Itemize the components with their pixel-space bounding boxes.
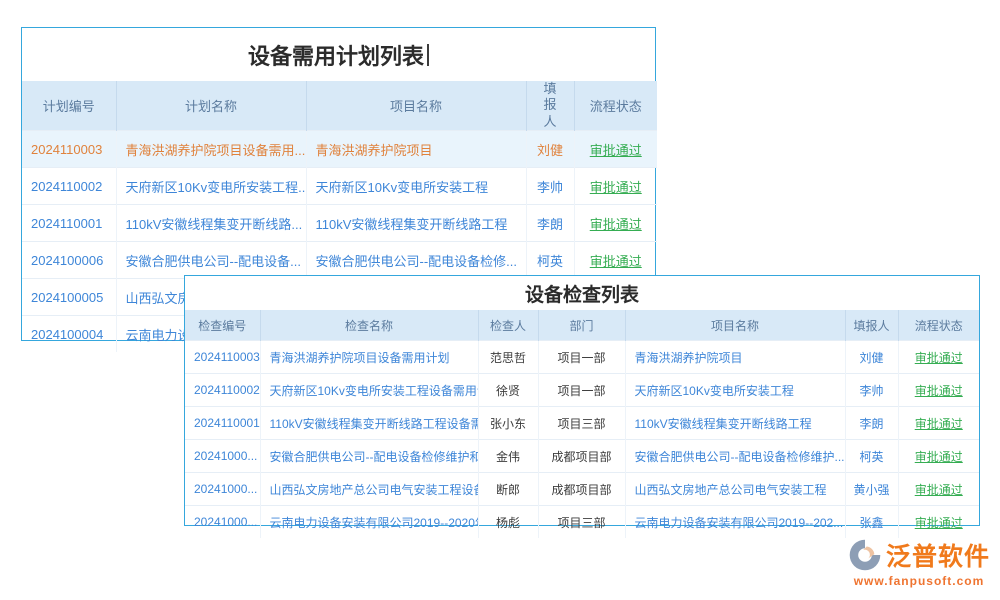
brand-name: 泛普软件 <box>886 537 990 573</box>
text-cursor <box>427 44 429 66</box>
check-name-link[interactable]: 天府新区10Kv变电所安装工程设备需用计划 <box>260 374 478 407</box>
check-col-header-status: 流程状态 <box>898 310 979 341</box>
plan-table-header-row: 计划编号 计划名称 项目名称 填报人 流程状态 <box>22 81 657 131</box>
reporter-link[interactable]: 李帅 <box>845 374 898 407</box>
dept-cell: 项目一部 <box>538 374 625 407</box>
check-name-link[interactable]: 山西弘文房地产总公司电气安装工程设备... <box>260 473 478 506</box>
reporter-link[interactable]: 李帅 <box>526 168 574 205</box>
reporter-link[interactable]: 张鑫 <box>845 506 898 539</box>
reporter-link[interactable]: 黄小强 <box>845 473 898 506</box>
dept-cell: 项目一部 <box>538 341 625 374</box>
check-table-header-row: 检查编号 检查名称 检查人 部门 项目名称 填报人 流程状态 <box>185 310 979 341</box>
check-id-link[interactable]: 2024110002 <box>185 374 260 407</box>
project-name-link[interactable]: 山西弘文房地产总公司电气安装工程 <box>625 473 845 506</box>
table-row[interactable]: 2024110003 青海洪湖养护院项目设备需用计划 范思哲 项目一部 青海洪湖… <box>185 341 979 374</box>
fanpu-swirl-icon <box>848 538 882 572</box>
reporter-link[interactable]: 柯英 <box>845 440 898 473</box>
check-table: 检查编号 检查名称 检查人 部门 项目名称 填报人 流程状态 202411000… <box>185 310 979 538</box>
check-col-header-inspector: 检查人 <box>478 310 538 341</box>
plan-id-link[interactable]: 2024110003 <box>22 131 116 168</box>
table-row[interactable]: 2024110002 天府新区10Kv变电所安装工程设备需用计划 徐贤 项目一部… <box>185 374 979 407</box>
plan-name-link[interactable]: 110kV安徽线程集变开断线路... <box>116 205 306 242</box>
inspector-cell: 金伟 <box>478 440 538 473</box>
status-link[interactable]: 审批通过 <box>898 506 979 539</box>
check-col-header-dept: 部门 <box>538 310 625 341</box>
table-row[interactable]: 2024110002 天府新区10Kv变电所安装工程... 天府新区10Kv变电… <box>22 168 657 205</box>
plan-col-header-name: 计划名称 <box>116 81 306 131</box>
check-id-link[interactable]: 20241000... <box>185 473 260 506</box>
project-name-link[interactable]: 青海洪湖养护院项目 <box>306 131 526 168</box>
table-row[interactable]: 20241000... 山西弘文房地产总公司电气安装工程设备... 断郎 成都项… <box>185 473 979 506</box>
check-col-header-project: 项目名称 <box>625 310 845 341</box>
project-name-link[interactable]: 110kV安徽线程集变开断线路工程 <box>625 407 845 440</box>
status-link[interactable]: 审批通过 <box>898 473 979 506</box>
fanpu-logo: 泛普软件 www.fanpusoft.com <box>844 537 994 588</box>
table-row[interactable]: 20241000... 安徽合肥供电公司--配电设备检修维护和... 金伟 成都… <box>185 440 979 473</box>
plan-name-link[interactable]: 天府新区10Kv变电所安装工程... <box>116 168 306 205</box>
plan-id-link[interactable]: 2024110001 <box>22 205 116 242</box>
plan-name-link[interactable]: 青海洪湖养护院项目设备需用... <box>116 131 306 168</box>
plan-id-link[interactable]: 2024100004 <box>22 316 116 353</box>
table-row[interactable]: 2024110001 110kV安徽线程集变开断线路工程设备需... 张小东 项… <box>185 407 979 440</box>
project-name-link[interactable]: 云南电力设备安装有限公司2019--202... <box>625 506 845 539</box>
check-id-link[interactable]: 2024110003 <box>185 341 260 374</box>
check-name-link[interactable]: 安徽合肥供电公司--配电设备检修维护和... <box>260 440 478 473</box>
check-name-link[interactable]: 110kV安徽线程集变开断线路工程设备需... <box>260 407 478 440</box>
reporter-link[interactable]: 柯英 <box>526 242 574 279</box>
reporter-link[interactable]: 刘健 <box>526 131 574 168</box>
table-row[interactable]: 20241000... 云南电力设备安装有限公司2019--2020年... 杨… <box>185 506 979 539</box>
plan-col-header-status: 流程状态 <box>574 81 657 131</box>
check-name-link[interactable]: 云南电力设备安装有限公司2019--2020年... <box>260 506 478 539</box>
plan-col-header-id: 计划编号 <box>22 81 116 131</box>
plan-id-link[interactable]: 2024100005 <box>22 279 116 316</box>
plan-list-title-text: 设备需用计划列表 <box>248 39 424 71</box>
project-name-link[interactable]: 青海洪湖养护院项目 <box>625 341 845 374</box>
dept-cell: 项目三部 <box>538 407 625 440</box>
status-link[interactable]: 审批通过 <box>898 407 979 440</box>
reporter-link[interactable]: 刘健 <box>845 341 898 374</box>
project-name-link[interactable]: 安徽合肥供电公司--配电设备检修维护... <box>625 440 845 473</box>
status-link[interactable]: 审批通过 <box>574 205 657 242</box>
status-link[interactable]: 审批通过 <box>574 168 657 205</box>
status-link[interactable]: 审批通过 <box>898 374 979 407</box>
project-name-link[interactable]: 天府新区10Kv变电所安装工程 <box>306 168 526 205</box>
status-link[interactable]: 审批通过 <box>898 341 979 374</box>
status-link[interactable]: 审批通过 <box>574 131 657 168</box>
reporter-link[interactable]: 李朗 <box>845 407 898 440</box>
check-list-title-text: 设备检查列表 <box>525 280 639 307</box>
check-col-header-reporter: 填报人 <box>845 310 898 341</box>
plan-list-title: 设备需用计划列表 <box>22 28 655 81</box>
reporter-link[interactable]: 李朗 <box>526 205 574 242</box>
check-id-link[interactable]: 20241000... <box>185 506 260 539</box>
plan-col-header-reporter: 填报人 <box>526 81 574 131</box>
dept-cell: 成都项目部 <box>538 473 625 506</box>
check-col-header-id: 检查编号 <box>185 310 260 341</box>
check-col-header-name: 检查名称 <box>260 310 478 341</box>
plan-id-link[interactable]: 2024110002 <box>22 168 116 205</box>
status-link[interactable]: 审批通过 <box>898 440 979 473</box>
plan-name-link[interactable]: 安徽合肥供电公司--配电设备... <box>116 242 306 279</box>
table-row[interactable]: 2024110001 110kV安徽线程集变开断线路... 110kV安徽线程集… <box>22 205 657 242</box>
inspector-cell: 张小东 <box>478 407 538 440</box>
project-name-link[interactable]: 安徽合肥供电公司--配电设备检修... <box>306 242 526 279</box>
plan-col-header-project: 项目名称 <box>306 81 526 131</box>
brand-url[interactable]: www.fanpusoft.com <box>844 574 994 588</box>
project-name-link[interactable]: 天府新区10Kv变电所安装工程 <box>625 374 845 407</box>
inspector-cell: 杨彪 <box>478 506 538 539</box>
inspector-cell: 徐贤 <box>478 374 538 407</box>
table-row[interactable]: 2024110003 青海洪湖养护院项目设备需用... 青海洪湖养护院项目 刘健… <box>22 131 657 168</box>
table-row[interactable]: 2024100006 安徽合肥供电公司--配电设备... 安徽合肥供电公司--配… <box>22 242 657 279</box>
check-name-link[interactable]: 青海洪湖养护院项目设备需用计划 <box>260 341 478 374</box>
check-id-link[interactable]: 2024110001 <box>185 407 260 440</box>
check-list-panel: 设备检查列表 检查编号 检查名称 检查人 部门 项目名称 填报人 流程状态 20… <box>184 275 980 526</box>
dept-cell: 项目三部 <box>538 506 625 539</box>
status-link[interactable]: 审批通过 <box>574 242 657 279</box>
inspector-cell: 范思哲 <box>478 341 538 374</box>
check-id-link[interactable]: 20241000... <box>185 440 260 473</box>
plan-id-link[interactable]: 2024100006 <box>22 242 116 279</box>
project-name-link[interactable]: 110kV安徽线程集变开断线路工程 <box>306 205 526 242</box>
inspector-cell: 断郎 <box>478 473 538 506</box>
dept-cell: 成都项目部 <box>538 440 625 473</box>
check-list-title: 设备检查列表 <box>185 276 979 310</box>
